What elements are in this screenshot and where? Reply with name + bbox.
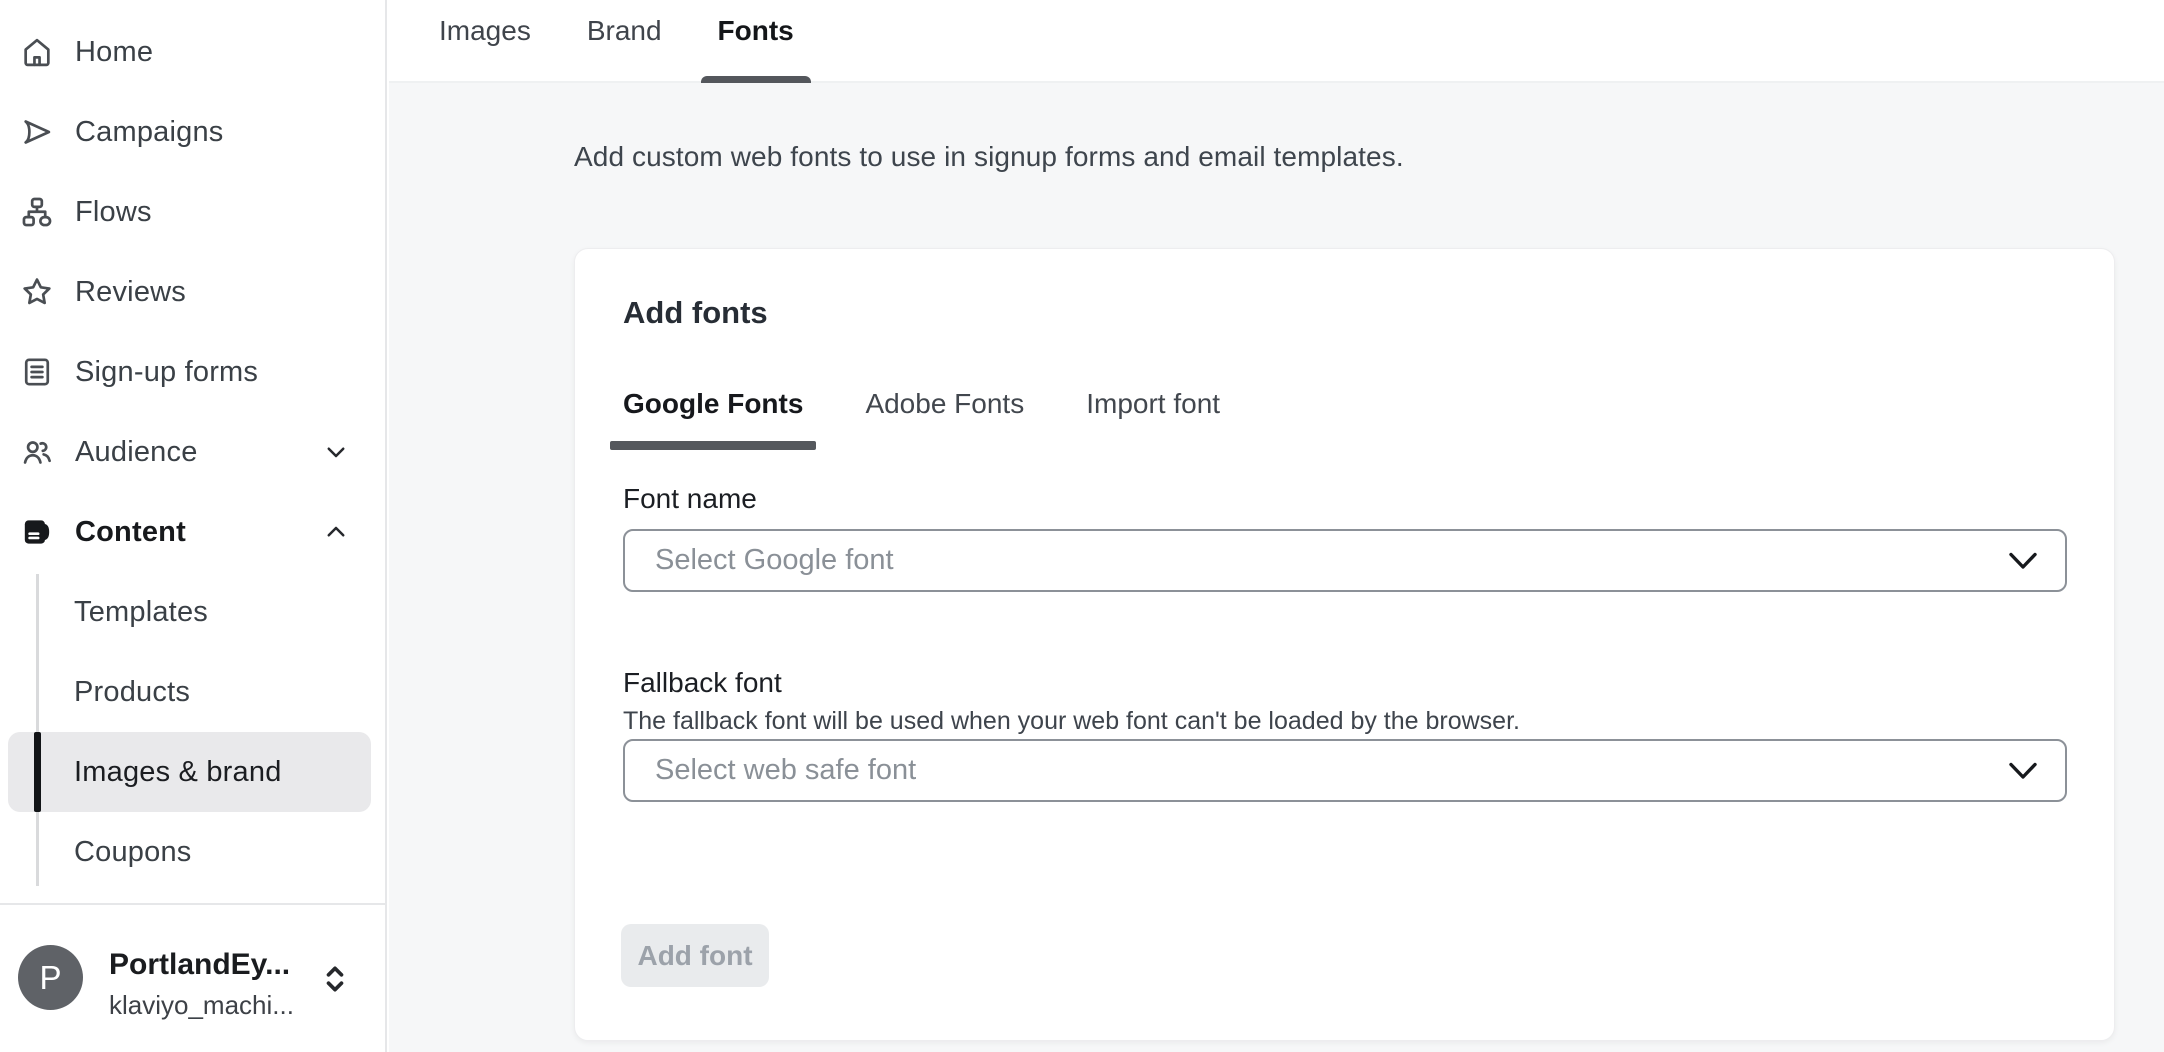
- tab-brand[interactable]: Brand: [587, 0, 662, 83]
- font-name-label: Font name: [623, 483, 757, 515]
- fallback-font-select[interactable]: Select web safe font: [623, 739, 2067, 802]
- tab-label: Import font: [1086, 388, 1220, 419]
- sidebar-item-audience[interactable]: Audience: [0, 412, 385, 492]
- active-indicator-bar: [34, 732, 41, 812]
- tab-images[interactable]: Images: [439, 0, 531, 83]
- unfold-chevrons-icon[interactable]: [314, 958, 356, 1000]
- sidebar-subnav-content: Templates Products Images & brand Coupon…: [0, 572, 387, 892]
- sidebar: Home Campaigns Flows Reviews Sign-up for: [0, 0, 387, 1052]
- account-name: PortlandEy...: [109, 948, 299, 982]
- sidebar-item-signup-forms[interactable]: Sign-up forms: [0, 332, 385, 412]
- main-content: Add custom web fonts to use in signup fo…: [389, 83, 2164, 1052]
- sidebar-item-label: Campaigns: [75, 116, 224, 149]
- select-placeholder: Select web safe font: [655, 754, 916, 787]
- sidebar-item-label: Content: [75, 516, 186, 549]
- sidebar-item-content[interactable]: Content: [0, 492, 385, 572]
- tab-google-fonts[interactable]: Google Fonts: [623, 385, 803, 423]
- sidebar-nav: Home Campaigns Flows Reviews Sign-up for: [0, 12, 385, 572]
- sidebar-item-label: Products: [74, 676, 190, 709]
- chevron-up-icon: [321, 517, 351, 547]
- sidebar-item-label: Sign-up forms: [75, 356, 258, 389]
- add-fonts-card: Add fonts Google Fonts Adobe Fonts Impor…: [574, 248, 2115, 1041]
- sidebar-item-templates[interactable]: Templates: [8, 572, 371, 652]
- tab-label: Images: [439, 15, 531, 46]
- tab-label: Fonts: [718, 15, 794, 46]
- chevron-down-icon: [2007, 550, 2039, 572]
- chevron-down-icon: [2007, 760, 2039, 782]
- font-name-select[interactable]: Select Google font: [623, 529, 2067, 592]
- content-book-icon: [20, 515, 54, 549]
- page-description: Add custom web fonts to use in signup fo…: [574, 141, 1404, 173]
- sidebar-item-campaigns[interactable]: Campaigns: [0, 92, 385, 172]
- chevron-down-icon: [321, 437, 351, 467]
- sidebar-item-label: Images & brand: [74, 756, 282, 789]
- card-title: Add fonts: [623, 295, 768, 331]
- sidebar-item-label: Templates: [74, 596, 208, 629]
- home-icon: [20, 35, 54, 69]
- sidebar-item-reviews[interactable]: Reviews: [0, 252, 385, 332]
- sidebar-item-coupons[interactable]: Coupons: [8, 812, 371, 892]
- tab-fonts[interactable]: Fonts: [718, 0, 794, 83]
- tab-label: Brand: [587, 15, 662, 46]
- sidebar-item-products[interactable]: Products: [8, 652, 371, 732]
- paper-plane-icon: [20, 115, 54, 149]
- font-source-tabs: Google Fonts Adobe Fonts Import font: [623, 385, 1282, 423]
- sidebar-item-images-brand[interactable]: Images & brand: [8, 732, 371, 812]
- account-org: klaviyo_machi...: [109, 990, 309, 1021]
- tab-import-font[interactable]: Import font: [1086, 385, 1220, 423]
- star-icon: [20, 275, 54, 309]
- tab-label: Google Fonts: [623, 388, 803, 419]
- sidebar-item-label: Audience: [75, 436, 198, 469]
- tab-adobe-fonts[interactable]: Adobe Fonts: [865, 385, 1024, 423]
- sidebar-item-label: Flows: [75, 196, 152, 229]
- sidebar-item-label: Coupons: [74, 836, 192, 869]
- active-tab-underline: [610, 441, 816, 450]
- avatar[interactable]: P: [18, 945, 83, 1010]
- fallback-font-label: Fallback font: [623, 667, 782, 699]
- tab-label: Adobe Fonts: [865, 388, 1024, 419]
- form-document-icon: [20, 355, 54, 389]
- fallback-font-helper: The fallback font will be used when your…: [623, 707, 1520, 736]
- sidebar-item-label: Reviews: [75, 276, 186, 309]
- sidebar-item-label: Home: [75, 36, 153, 69]
- sidebar-item-home[interactable]: Home: [0, 12, 385, 92]
- select-placeholder: Select Google font: [655, 544, 894, 577]
- flow-chart-icon: [20, 195, 54, 229]
- add-font-button[interactable]: Add font: [621, 924, 769, 987]
- page-tab-bar: Images Brand Fonts: [389, 0, 2164, 83]
- sidebar-item-flows[interactable]: Flows: [0, 172, 385, 252]
- audience-people-icon: [20, 435, 54, 469]
